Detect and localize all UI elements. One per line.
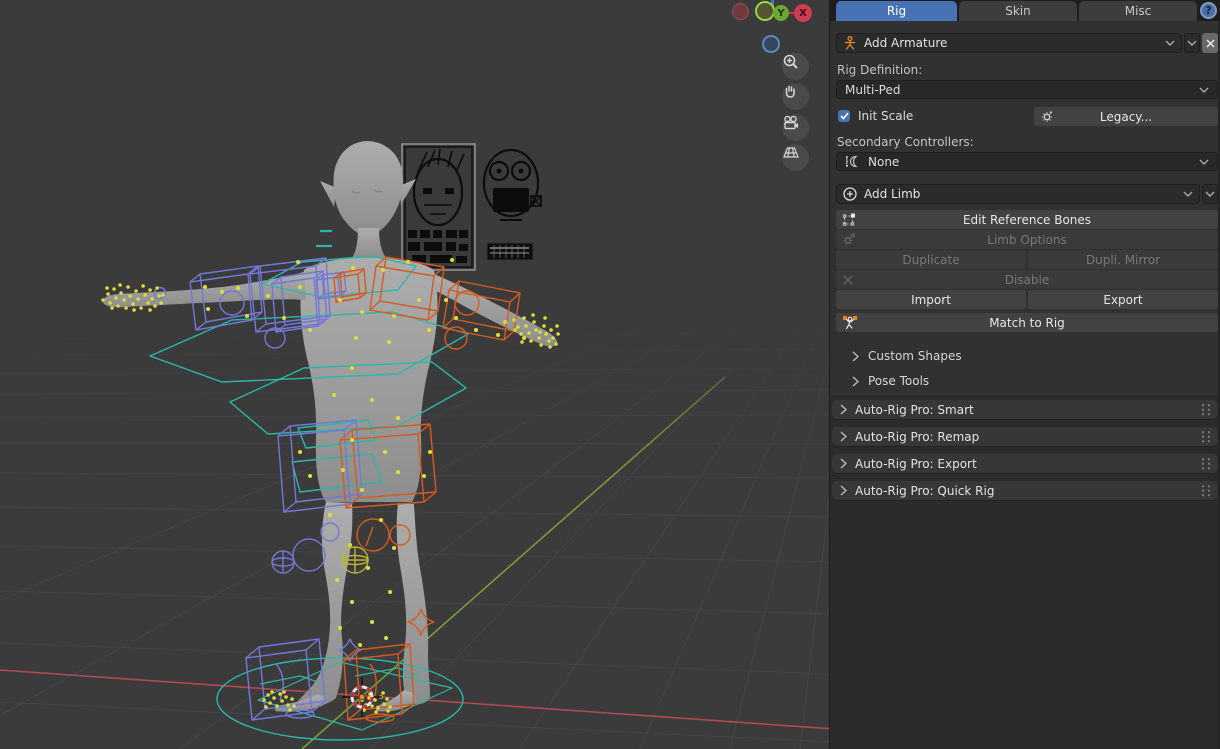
- secondary-controllers-value: None: [868, 155, 899, 169]
- delete-armature-button[interactable]: [1202, 33, 1218, 53]
- secondary-controllers-label: Secondary Controllers:: [837, 135, 974, 149]
- chevron-right-icon: [840, 458, 847, 469]
- match-to-rig-icon: [842, 315, 858, 330]
- rig-definition-value: Multi-Ped: [845, 83, 900, 97]
- checkbox-checked-icon: [838, 110, 850, 122]
- add-armature-label: Add Armature: [864, 36, 947, 50]
- perspective-toggle-button[interactable]: [782, 144, 809, 171]
- help-icon[interactable]: ?: [1200, 2, 1217, 19]
- gizmo-x-ball[interactable]: X: [794, 4, 812, 22]
- pose-tools-label: Pose Tools: [868, 374, 929, 388]
- gizmo-y-ball[interactable]: Y: [773, 5, 789, 21]
- duplicate-button[interactable]: Duplicate: [836, 250, 1026, 269]
- chevron-right-icon: [840, 404, 847, 415]
- autorig-remap-label: Auto-Rig Pro: Remap: [855, 430, 979, 444]
- export-button[interactable]: Export: [1028, 290, 1218, 309]
- legacy-button-label: Legacy...: [1100, 110, 1152, 124]
- pan-button[interactable]: [782, 83, 809, 110]
- limb-options-label: Limb Options: [987, 233, 1066, 247]
- x-icon: [842, 274, 854, 286]
- chevron-right-icon: [852, 376, 859, 387]
- panel-autorig-export[interactable]: Auto-Rig Pro: Export: [832, 454, 1218, 473]
- tab-skin[interactable]: Skin: [959, 1, 1077, 21]
- chevron-down-icon: [1205, 191, 1215, 197]
- custom-shapes-label: Custom Shapes: [868, 349, 962, 363]
- export-label: Export: [1103, 293, 1142, 307]
- import-button[interactable]: Import: [836, 290, 1026, 309]
- section-custom-shapes[interactable]: Custom Shapes: [852, 349, 962, 363]
- chevron-down-icon: [1183, 191, 1193, 197]
- autorig-export-label: Auto-Rig Pro: Export: [855, 457, 977, 471]
- gear-sparkle-icon: [1040, 109, 1054, 123]
- drag-grip-icon[interactable]: [1200, 457, 1212, 470]
- drag-grip-icon[interactable]: [1200, 484, 1212, 497]
- drag-grip-icon[interactable]: [1200, 403, 1212, 416]
- import-label: Import: [911, 293, 951, 307]
- gizmo-neg-y-ball[interactable]: [755, 1, 775, 21]
- chevron-right-icon: [840, 431, 847, 442]
- armature-presets-button[interactable]: [1184, 33, 1200, 53]
- panel-autorig-quick-rig[interactable]: Auto-Rig Pro: Quick Rig: [832, 481, 1218, 500]
- dupli-mirror-button[interactable]: Dupli. Mirror: [1028, 250, 1218, 269]
- limb-presets-button[interactable]: [1202, 184, 1218, 204]
- edit-reference-bones-button[interactable]: Edit Reference Bones: [836, 210, 1218, 229]
- tab-rig[interactable]: Rig: [836, 1, 957, 21]
- disable-button[interactable]: Disable: [836, 270, 1218, 289]
- drag-grip-icon[interactable]: [1200, 430, 1212, 443]
- zoom-button[interactable]: [782, 53, 809, 80]
- match-to-rig-label: Match to Rig: [989, 316, 1065, 330]
- add-limb-label: Add Limb: [864, 187, 920, 201]
- autorig-quick-rig-label: Auto-Rig Pro: Quick Rig: [855, 484, 994, 498]
- viewport-3d[interactable]: Y X: [0, 0, 830, 749]
- armature-icon: [843, 36, 857, 50]
- rig-definition-select[interactable]: Multi-Ped: [836, 80, 1218, 99]
- legacy-button[interactable]: Legacy...: [1034, 107, 1218, 126]
- add-icon: [843, 187, 857, 201]
- sidebar-panel: Rig Skin Misc ? Add Armature Rig Definit…: [830, 0, 1220, 749]
- chevron-down-icon: [1199, 159, 1209, 165]
- reference-strip-image[interactable]: [487, 243, 533, 260]
- chevron-down-icon: [1165, 40, 1175, 46]
- limb-options-button[interactable]: Limb Options: [836, 230, 1218, 249]
- edit-reference-bones-label: Edit Reference Bones: [963, 213, 1091, 227]
- zoom-icon: [782, 53, 799, 70]
- panel-autorig-smart[interactable]: Auto-Rig Pro: Smart: [832, 400, 1218, 419]
- face-reference-image-1[interactable]: [402, 144, 475, 270]
- duplicate-label: Duplicate: [902, 253, 959, 267]
- blender-window: Y X: [0, 0, 1220, 749]
- region-divider[interactable]: [829, 0, 830, 749]
- face-reference-image-2[interactable]: [484, 150, 541, 220]
- gear-sparkle-icon: [842, 232, 856, 246]
- gizmo-neg-x-ball[interactable]: [732, 3, 749, 20]
- camera-view-icon: [782, 114, 800, 131]
- dupli-mirror-label: Dupli. Mirror: [1086, 253, 1160, 267]
- edit-mode-icon: [842, 212, 856, 226]
- panel-autorig-remap[interactable]: Auto-Rig Pro: Remap: [832, 427, 1218, 446]
- disable-label: Disable: [1005, 273, 1050, 287]
- sidebar-tabbar: Rig Skin Misc ?: [830, 0, 1220, 21]
- tab-misc[interactable]: Misc: [1079, 1, 1197, 21]
- add-armature-dropdown[interactable]: Add Armature: [836, 33, 1182, 53]
- gizmo-neg-z-ball[interactable]: [762, 35, 780, 53]
- add-limb-dropdown[interactable]: Add Limb: [836, 184, 1200, 204]
- rig-definition-label: Rig Definition:: [837, 63, 922, 77]
- perspective-grid-icon: [782, 144, 800, 161]
- secondary-controllers-select[interactable]: None: [836, 152, 1218, 171]
- pan-hand-icon: [782, 83, 799, 100]
- rig-tab-content-bg: [830, 21, 1218, 395]
- bone-shape-icon: [845, 155, 861, 168]
- camera-view-button[interactable]: [782, 114, 809, 141]
- match-to-rig-button[interactable]: Match to Rig: [836, 313, 1218, 332]
- autorig-smart-label: Auto-Rig Pro: Smart: [855, 403, 974, 417]
- chevron-right-icon: [852, 351, 859, 362]
- close-icon: [1206, 39, 1215, 48]
- chevron-right-icon: [840, 485, 847, 496]
- viewport-scene: [0, 0, 830, 749]
- init-scale-label: Init Scale: [858, 109, 913, 123]
- chevron-down-icon: [1199, 87, 1209, 93]
- init-scale-checkbox[interactable]: Init Scale: [838, 109, 913, 123]
- chevron-down-icon: [1187, 40, 1197, 46]
- section-pose-tools[interactable]: Pose Tools: [852, 374, 929, 388]
